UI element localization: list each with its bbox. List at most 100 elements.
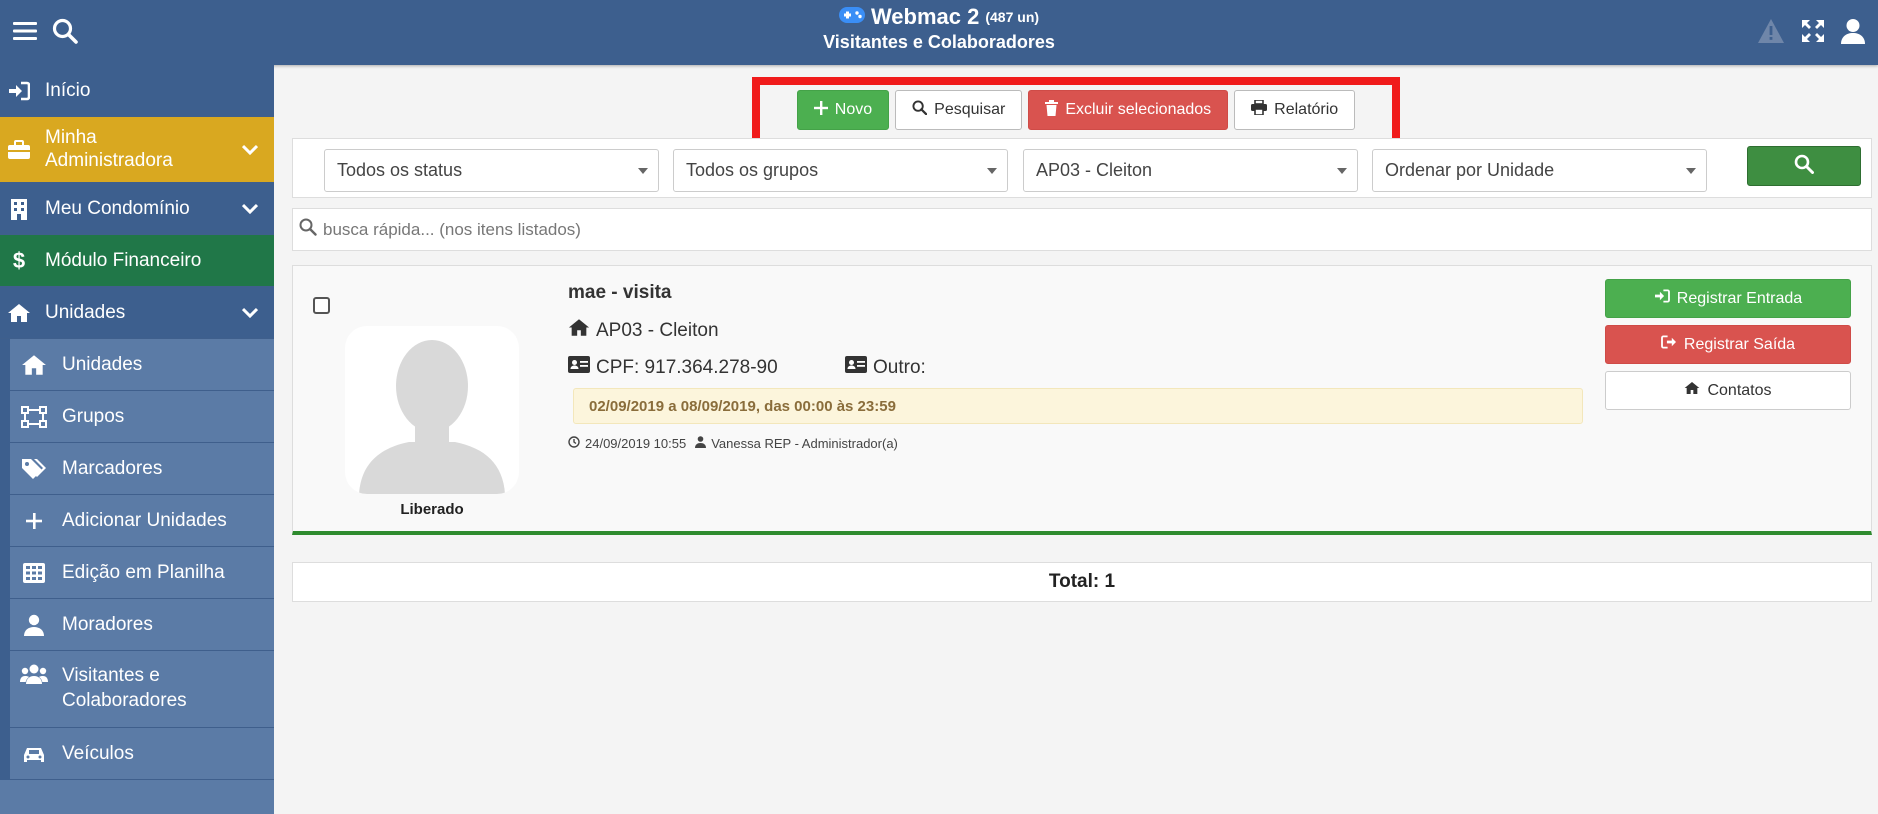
home-icon bbox=[568, 318, 590, 343]
sidebar-item-minha-administradora[interactable]: Minha Administradora bbox=[0, 117, 274, 183]
sign-in-icon bbox=[1654, 289, 1670, 308]
register-exit-button[interactable]: Registrar Saída bbox=[1605, 325, 1851, 364]
sidebar-item-label: Veículos bbox=[62, 742, 134, 764]
search-icon bbox=[1794, 154, 1814, 179]
unit-count: (487 un) bbox=[985, 9, 1040, 25]
sidebar-item-label: Unidades bbox=[45, 301, 126, 323]
visitor-other-doc: Outro: bbox=[845, 356, 926, 379]
quick-search-input[interactable]: busca rápida... (nos itens listados) bbox=[292, 208, 1872, 251]
sidebar-item-label: Módulo Financeiro bbox=[45, 249, 202, 271]
plus-icon bbox=[813, 100, 828, 120]
new-button[interactable]: Novo bbox=[796, 90, 890, 130]
access-period: 02/09/2019 a 08/09/2019, das 00:00 às 23… bbox=[573, 388, 1583, 424]
sidebar-subitem-unidades[interactable]: Unidades bbox=[10, 339, 274, 391]
sidebar-item-label: Início bbox=[45, 79, 91, 101]
card-actions: Registrar Entrada Registrar Saída Contat… bbox=[1605, 279, 1851, 417]
report-button-label: Relatório bbox=[1274, 101, 1339, 118]
sidebar-subitem-grupos[interactable]: Grupos bbox=[10, 391, 274, 443]
status-select-value: Todos os status bbox=[337, 160, 463, 180]
warning-icon[interactable] bbox=[1754, 14, 1788, 48]
caret-down-icon bbox=[638, 168, 648, 174]
sort-select[interactable]: Ordenar por Unidade bbox=[1372, 149, 1707, 192]
sidebar-item-label: Minha Administradora bbox=[45, 126, 173, 171]
search-button-label: Pesquisar bbox=[934, 101, 1006, 118]
record-author: Vanessa REP - Administrador(a) bbox=[711, 436, 898, 451]
caret-down-icon bbox=[987, 168, 997, 174]
delete-selected-button[interactable]: Excluir selecionados bbox=[1028, 90, 1229, 130]
sidebar-item-label: Marcadores bbox=[62, 457, 163, 479]
search-button[interactable]: Pesquisar bbox=[895, 90, 1023, 130]
filter-search-button[interactable] bbox=[1747, 146, 1861, 186]
search-icon bbox=[912, 100, 928, 120]
register-entry-label: Registrar Entrada bbox=[1676, 289, 1803, 307]
sort-select-value: Ordenar por Unidade bbox=[1385, 160, 1555, 180]
user-icon bbox=[695, 436, 707, 451]
sidebar-item-label: Grupos bbox=[62, 405, 125, 427]
sidebar-item-modulo-financeiro[interactable]: $ Módulo Financeiro bbox=[0, 235, 274, 287]
gamepad-icon bbox=[838, 4, 865, 30]
status-select[interactable]: Todos os status bbox=[324, 149, 659, 192]
unit-select[interactable]: AP03 - Cleiton bbox=[1023, 149, 1358, 192]
sidebar: Início Minha Administradora Meu Condomín… bbox=[0, 65, 274, 814]
visitor-name: mae - visita bbox=[568, 282, 672, 303]
chevron-down-icon[interactable] bbox=[241, 198, 259, 220]
sidebar-subitem-edicao-planilha[interactable]: Edição em Planilha bbox=[10, 547, 274, 599]
sidebar-subitem-veiculos[interactable]: Veículos bbox=[10, 728, 274, 780]
visitor-cpf-text: CPF: 917.364.278-90 bbox=[596, 356, 778, 378]
home-icon bbox=[5, 303, 33, 323]
sidebar-item-meu-condominio[interactable]: Meu Condomínio bbox=[0, 183, 274, 235]
sidebar-subitem-visitantes[interactable]: Visitantes e Colaboradores bbox=[10, 651, 274, 728]
home-icon bbox=[20, 354, 48, 376]
delete-selected-button-label: Excluir selecionados bbox=[1065, 101, 1212, 118]
table-icon bbox=[20, 562, 48, 584]
sidebar-item-label: Visitantes e Colaboradores bbox=[62, 665, 187, 711]
dollar-icon: $ bbox=[12, 247, 26, 273]
user-icon[interactable] bbox=[1836, 14, 1870, 48]
total-count: Total: 1 bbox=[292, 562, 1872, 602]
sidebar-submenu-unidades: Unidades Grupos Marcadores Adicionar Uni… bbox=[0, 339, 274, 780]
sidebar-subitem-moradores[interactable]: Moradores bbox=[10, 599, 274, 651]
sidebar-item-unidades[interactable]: Unidades bbox=[0, 287, 274, 339]
status-label: Liberado bbox=[400, 501, 464, 518]
filter-bar: Todos os status Todos os grupos AP03 - C… bbox=[292, 138, 1872, 198]
id-card-icon bbox=[568, 356, 590, 379]
sidebar-subitem-adicionar-unidades[interactable]: Adicionar Unidades bbox=[10, 495, 274, 547]
visitor-other-doc-text: Outro: bbox=[873, 356, 926, 378]
user-icon bbox=[20, 614, 48, 636]
page-title: Visitantes e Colaboradores bbox=[823, 32, 1055, 52]
group-select-value: Todos os grupos bbox=[686, 160, 819, 180]
sidebar-item-inicio[interactable]: Início bbox=[0, 65, 274, 117]
contacts-button[interactable]: Contatos bbox=[1605, 371, 1851, 410]
users-icon bbox=[20, 663, 48, 685]
expand-icon[interactable] bbox=[1796, 14, 1830, 48]
visitor-unit-text: AP03 - Cleiton bbox=[596, 319, 719, 341]
unit-select-value: AP03 - Cleiton bbox=[1036, 160, 1153, 180]
contacts-label: Contatos bbox=[1707, 381, 1772, 399]
select-checkbox[interactable] bbox=[313, 297, 330, 314]
caret-down-icon bbox=[1337, 168, 1347, 174]
new-button-label: Novo bbox=[834, 101, 873, 118]
report-button[interactable]: Relatório bbox=[1234, 90, 1356, 130]
sidebar-item-label: Meu Condomínio bbox=[45, 197, 190, 219]
chevron-down-icon[interactable] bbox=[241, 302, 259, 324]
groups-icon bbox=[20, 405, 48, 428]
tags-icon bbox=[20, 458, 48, 480]
sidebar-item-label: Moradores bbox=[62, 613, 153, 635]
clock-icon bbox=[568, 436, 580, 451]
group-select[interactable]: Todos os grupos bbox=[673, 149, 1008, 192]
briefcase-icon bbox=[5, 139, 33, 160]
register-entry-button[interactable]: Registrar Entrada bbox=[1605, 279, 1851, 318]
visitor-unit: AP03 - Cleiton bbox=[568, 318, 719, 343]
record-timestamp: 24/09/2019 10:55 bbox=[585, 436, 687, 451]
top-bar: Webmac 2 (487 un) Visitantes e Colaborad… bbox=[0, 0, 1878, 65]
record-meta: 24/09/2019 10:55 Vanessa REP - Administr… bbox=[568, 436, 898, 451]
id-card-icon bbox=[845, 356, 867, 379]
avatar bbox=[345, 326, 519, 494]
print-icon bbox=[1251, 99, 1268, 120]
chevron-down-icon[interactable] bbox=[241, 139, 259, 161]
app-title: Webmac 2 bbox=[870, 4, 980, 29]
sidebar-subitem-marcadores[interactable]: Marcadores bbox=[10, 443, 274, 495]
visitor-card: Liberado mae - visita AP03 - Cleiton CPF… bbox=[292, 265, 1872, 535]
sidebar-item-label: Adicionar Unidades bbox=[62, 509, 227, 531]
caret-down-icon bbox=[1686, 168, 1696, 174]
